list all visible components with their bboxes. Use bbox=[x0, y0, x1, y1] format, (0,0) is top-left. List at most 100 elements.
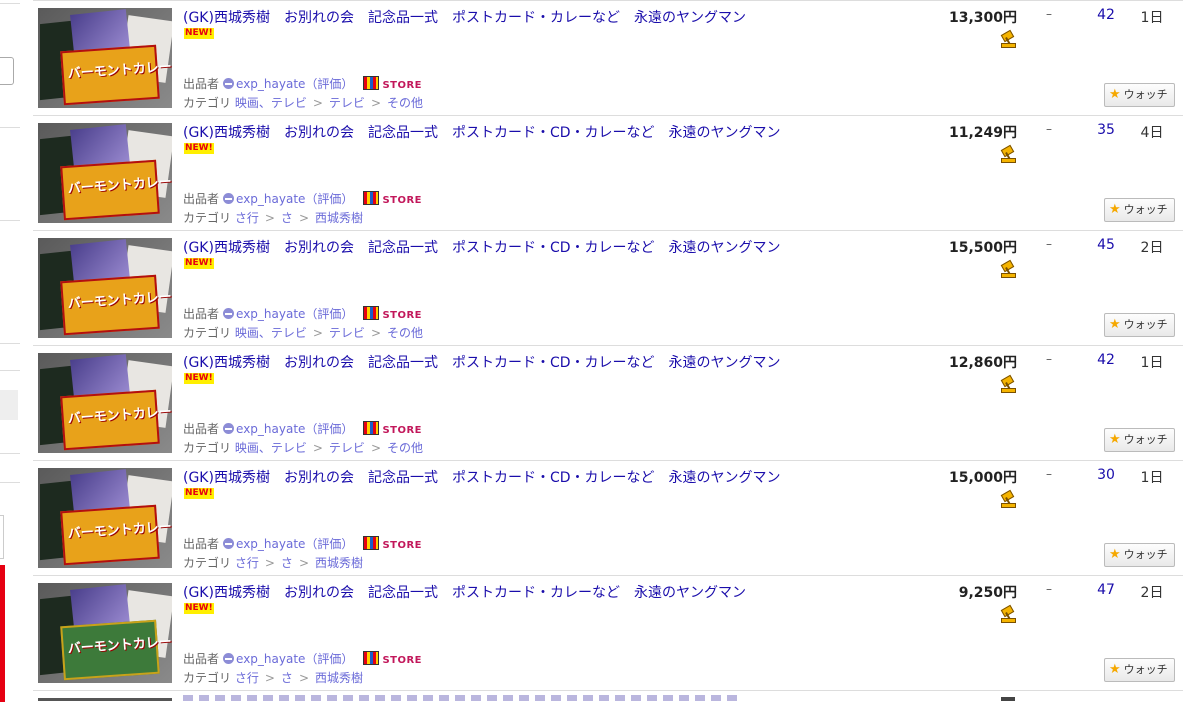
listing-row-partial bbox=[33, 691, 1183, 701]
star-icon: ★ bbox=[1109, 202, 1121, 217]
item-thumbnail[interactable]: バーモントカレー bbox=[38, 123, 172, 223]
category-link[interactable]: さ bbox=[281, 556, 293, 570]
watch-label: ウォッチ bbox=[1123, 88, 1168, 101]
item-thumbnail[interactable]: バーモントカレー bbox=[38, 238, 172, 338]
item-title-link[interactable]: (GK)西城秀樹 お別れの会 記念品一式 ポストカード・CD・カレーなど 永遠の… bbox=[183, 122, 781, 142]
category-link[interactable]: テレビ bbox=[329, 441, 365, 455]
item-thumbnail[interactable]: バーモントカレー bbox=[38, 468, 172, 568]
item-title-link[interactable]: (GK)西城秀樹 お別れの会 記念品一式 ポストカード・CD・カレーなど 永遠の… bbox=[183, 467, 781, 487]
sidebar-item[interactable] bbox=[0, 390, 18, 420]
buyout-price: – bbox=[1046, 122, 1052, 136]
sidebar-divider bbox=[0, 370, 20, 371]
store-label: STORE bbox=[382, 310, 422, 321]
bid-count-link[interactable]: 35 bbox=[1091, 122, 1121, 138]
remaining-time: 2日 bbox=[1140, 240, 1164, 256]
seller-name-link[interactable]: exp_hayate bbox=[236, 422, 305, 436]
seller-label: 出品者 bbox=[183, 307, 220, 321]
item-title-link[interactable]: (GK)西城秀樹 お別れの会 記念品一式 ポストカード・CD・カレーなど 永遠の… bbox=[183, 237, 781, 257]
sidebar-button[interactable] bbox=[0, 57, 14, 85]
item-thumbnail[interactable]: バーモントカレー bbox=[38, 353, 172, 453]
rating-link[interactable]: （評価） bbox=[305, 77, 353, 91]
seller-name-link[interactable]: exp_hayate bbox=[236, 192, 305, 206]
category-separator: > bbox=[298, 211, 309, 225]
watch-button[interactable]: ★ ウォッチ bbox=[1104, 313, 1175, 337]
bid-count-link[interactable]: 42 bbox=[1091, 7, 1121, 23]
category-separator: > bbox=[264, 556, 275, 570]
seller-label: 出品者 bbox=[183, 192, 220, 206]
rating-link[interactable]: （評価） bbox=[305, 537, 353, 551]
category-link[interactable]: その他 bbox=[387, 326, 423, 340]
category-link[interactable]: さ bbox=[281, 671, 293, 685]
sidebar-red-banner[interactable] bbox=[0, 565, 5, 702]
seller-info: 出品者 exp_hayate（評価） STORE bbox=[183, 535, 422, 552]
seller-info: 出品者 exp_hayate（評価） STORE bbox=[183, 305, 422, 322]
category-breadcrumb: カテゴリ さ行 > さ > 西城秀樹 bbox=[183, 669, 363, 686]
current-price bbox=[1001, 697, 1015, 701]
category-label: カテゴリ bbox=[183, 96, 232, 110]
category-link[interactable]: 映画、テレビ bbox=[235, 441, 307, 455]
watch-button[interactable]: ★ ウォッチ bbox=[1104, 658, 1175, 682]
store-label: STORE bbox=[382, 655, 422, 666]
new-badge: NEW! bbox=[184, 28, 214, 39]
rating-link[interactable]: （評価） bbox=[305, 422, 353, 436]
sidebar-divider bbox=[0, 220, 20, 221]
store-icon bbox=[363, 191, 380, 205]
seller-name-link[interactable]: exp_hayate bbox=[236, 77, 305, 91]
seller-icon bbox=[223, 193, 235, 204]
new-badge: NEW! bbox=[184, 603, 214, 614]
item-title-link[interactable]: (GK)西城秀樹 お別れの会 記念品一式 ポストカード・CD・カレーなど 永遠の… bbox=[183, 352, 781, 372]
current-price: 11,249円 bbox=[948, 125, 1017, 141]
category-link[interactable]: その他 bbox=[387, 96, 423, 110]
item-title-link[interactable]: (GK)西城秀樹 お別れの会 記念品一式 ポストカード・カレーなど 永遠のヤング… bbox=[183, 582, 746, 602]
category-link[interactable]: さ bbox=[281, 211, 293, 225]
bid-hammer-icon bbox=[1000, 29, 1016, 48]
category-link[interactable]: 西城秀樹 bbox=[315, 211, 363, 225]
rating-link[interactable]: （評価） bbox=[305, 192, 353, 206]
remaining-time: 2日 bbox=[1140, 585, 1164, 601]
watch-button[interactable]: ★ ウォッチ bbox=[1104, 428, 1175, 452]
star-icon: ★ bbox=[1109, 547, 1121, 562]
item-title-link[interactable]: (GK)西城秀樹 お別れの会 記念品一式 ポストカード・カレーなど 永遠のヤング… bbox=[183, 7, 746, 27]
seller-name-link[interactable]: exp_hayate bbox=[236, 537, 305, 551]
item-title-link[interactable] bbox=[183, 695, 743, 701]
rating-link[interactable]: （評価） bbox=[305, 307, 353, 321]
watch-button[interactable]: ★ ウォッチ bbox=[1104, 198, 1175, 222]
category-separator: > bbox=[312, 96, 323, 110]
category-separator: > bbox=[312, 326, 323, 340]
bid-count-link[interactable]: 47 bbox=[1091, 582, 1121, 598]
category-link[interactable]: テレビ bbox=[329, 96, 365, 110]
category-link[interactable]: 西城秀樹 bbox=[315, 556, 363, 570]
bid-count-link[interactable]: 42 bbox=[1091, 352, 1121, 368]
category-link[interactable]: 映画、テレビ bbox=[235, 326, 307, 340]
watch-button[interactable]: ★ ウォッチ bbox=[1104, 543, 1175, 567]
category-link[interactable]: テレビ bbox=[329, 326, 365, 340]
item-thumbnail[interactable]: バーモントカレー bbox=[38, 583, 172, 683]
seller-name-link[interactable]: exp_hayate bbox=[236, 307, 305, 321]
new-badge: NEW! bbox=[184, 373, 214, 384]
store-icon bbox=[363, 421, 380, 435]
category-separator: > bbox=[312, 441, 323, 455]
bid-hammer-icon bbox=[1000, 144, 1016, 163]
new-badge: NEW! bbox=[184, 143, 214, 154]
star-icon: ★ bbox=[1109, 662, 1121, 677]
item-thumbnail[interactable] bbox=[38, 698, 172, 701]
category-link[interactable]: 映画、テレビ bbox=[235, 96, 307, 110]
current-price: 12,860円 bbox=[948, 355, 1017, 371]
store-icon bbox=[363, 651, 380, 665]
watch-button[interactable]: ★ ウォッチ bbox=[1104, 83, 1175, 107]
listing-row: バーモントカレー (GK)西城秀樹 お別れの会 記念品一式 ポストカード・CD・… bbox=[33, 461, 1183, 576]
item-thumbnail[interactable]: バーモントカレー bbox=[38, 8, 172, 108]
category-link[interactable]: さ行 bbox=[235, 556, 259, 570]
listing-row: バーモントカレー (GK)西城秀樹 お別れの会 記念品一式 ポストカード・CD・… bbox=[33, 346, 1183, 461]
rating-link[interactable]: （評価） bbox=[305, 652, 353, 666]
category-link[interactable]: さ行 bbox=[235, 671, 259, 685]
bid-count-link[interactable]: 45 bbox=[1091, 237, 1121, 253]
seller-name-link[interactable]: exp_hayate bbox=[236, 652, 305, 666]
bid-count-link[interactable]: 30 bbox=[1091, 467, 1121, 483]
category-label: カテゴリ bbox=[183, 671, 232, 685]
seller-icon bbox=[223, 308, 235, 319]
category-label: カテゴリ bbox=[183, 556, 232, 570]
category-link[interactable]: 西城秀樹 bbox=[315, 671, 363, 685]
category-link[interactable]: その他 bbox=[387, 441, 423, 455]
category-link[interactable]: さ行 bbox=[235, 211, 259, 225]
